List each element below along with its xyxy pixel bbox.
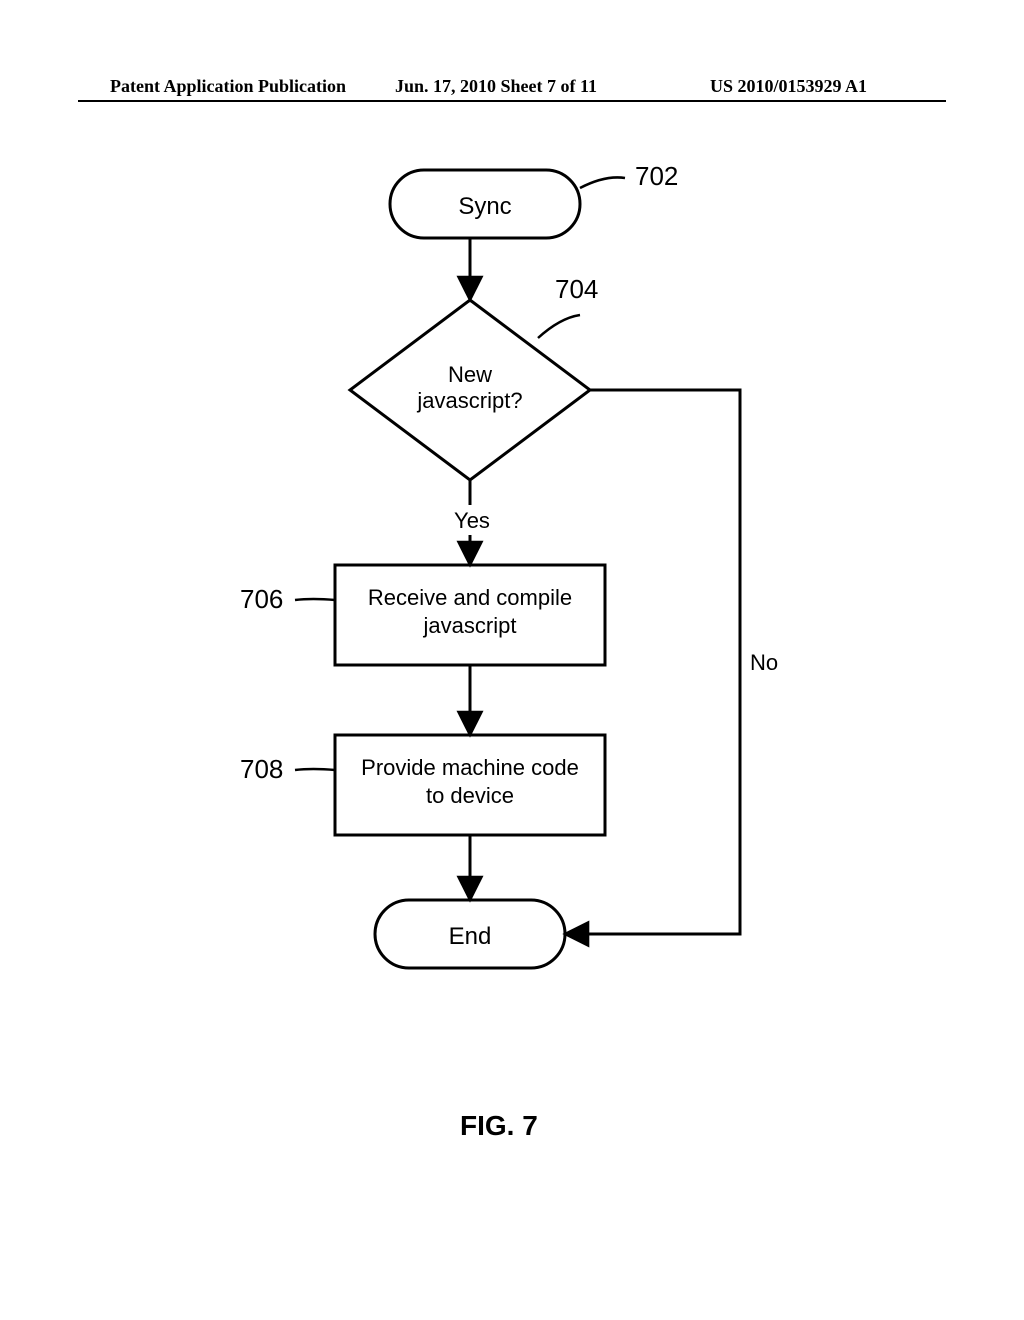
- node-proc1: Receive and compile javascript: [335, 565, 605, 665]
- node-proc1-line1: Receive and compile: [368, 585, 572, 610]
- node-proc2-line1: Provide machine code: [361, 755, 579, 780]
- edge-yes-label: Yes: [454, 508, 490, 533]
- ref-708: 708: [240, 754, 283, 784]
- ref-706: 706: [240, 584, 283, 614]
- figure-caption: FIG. 7: [460, 1110, 538, 1142]
- node-decision-line1: New: [448, 362, 492, 387]
- leader-704: [538, 315, 580, 338]
- edge-no-path: [565, 390, 740, 934]
- flowchart: Sync 702 New javascript? 704 Yes: [0, 0, 1024, 1105]
- edge-no-label: No: [750, 650, 778, 675]
- node-proc1-line2: javascript: [423, 613, 517, 638]
- leader-706: [295, 599, 335, 600]
- leader-702: [580, 177, 625, 188]
- node-decision-line2: javascript?: [416, 388, 522, 413]
- node-proc2: Provide machine code to device: [335, 735, 605, 835]
- node-end-label: End: [449, 923, 492, 950]
- ref-704: 704: [555, 274, 598, 304]
- page: Patent Application Publication Jun. 17, …: [0, 0, 1024, 1320]
- leader-708: [295, 769, 335, 770]
- node-start: Sync: [390, 170, 580, 238]
- node-proc2-line2: to device: [426, 783, 514, 808]
- ref-702: 702: [635, 161, 678, 191]
- node-start-label: Sync: [458, 193, 511, 220]
- node-end: End: [375, 900, 565, 968]
